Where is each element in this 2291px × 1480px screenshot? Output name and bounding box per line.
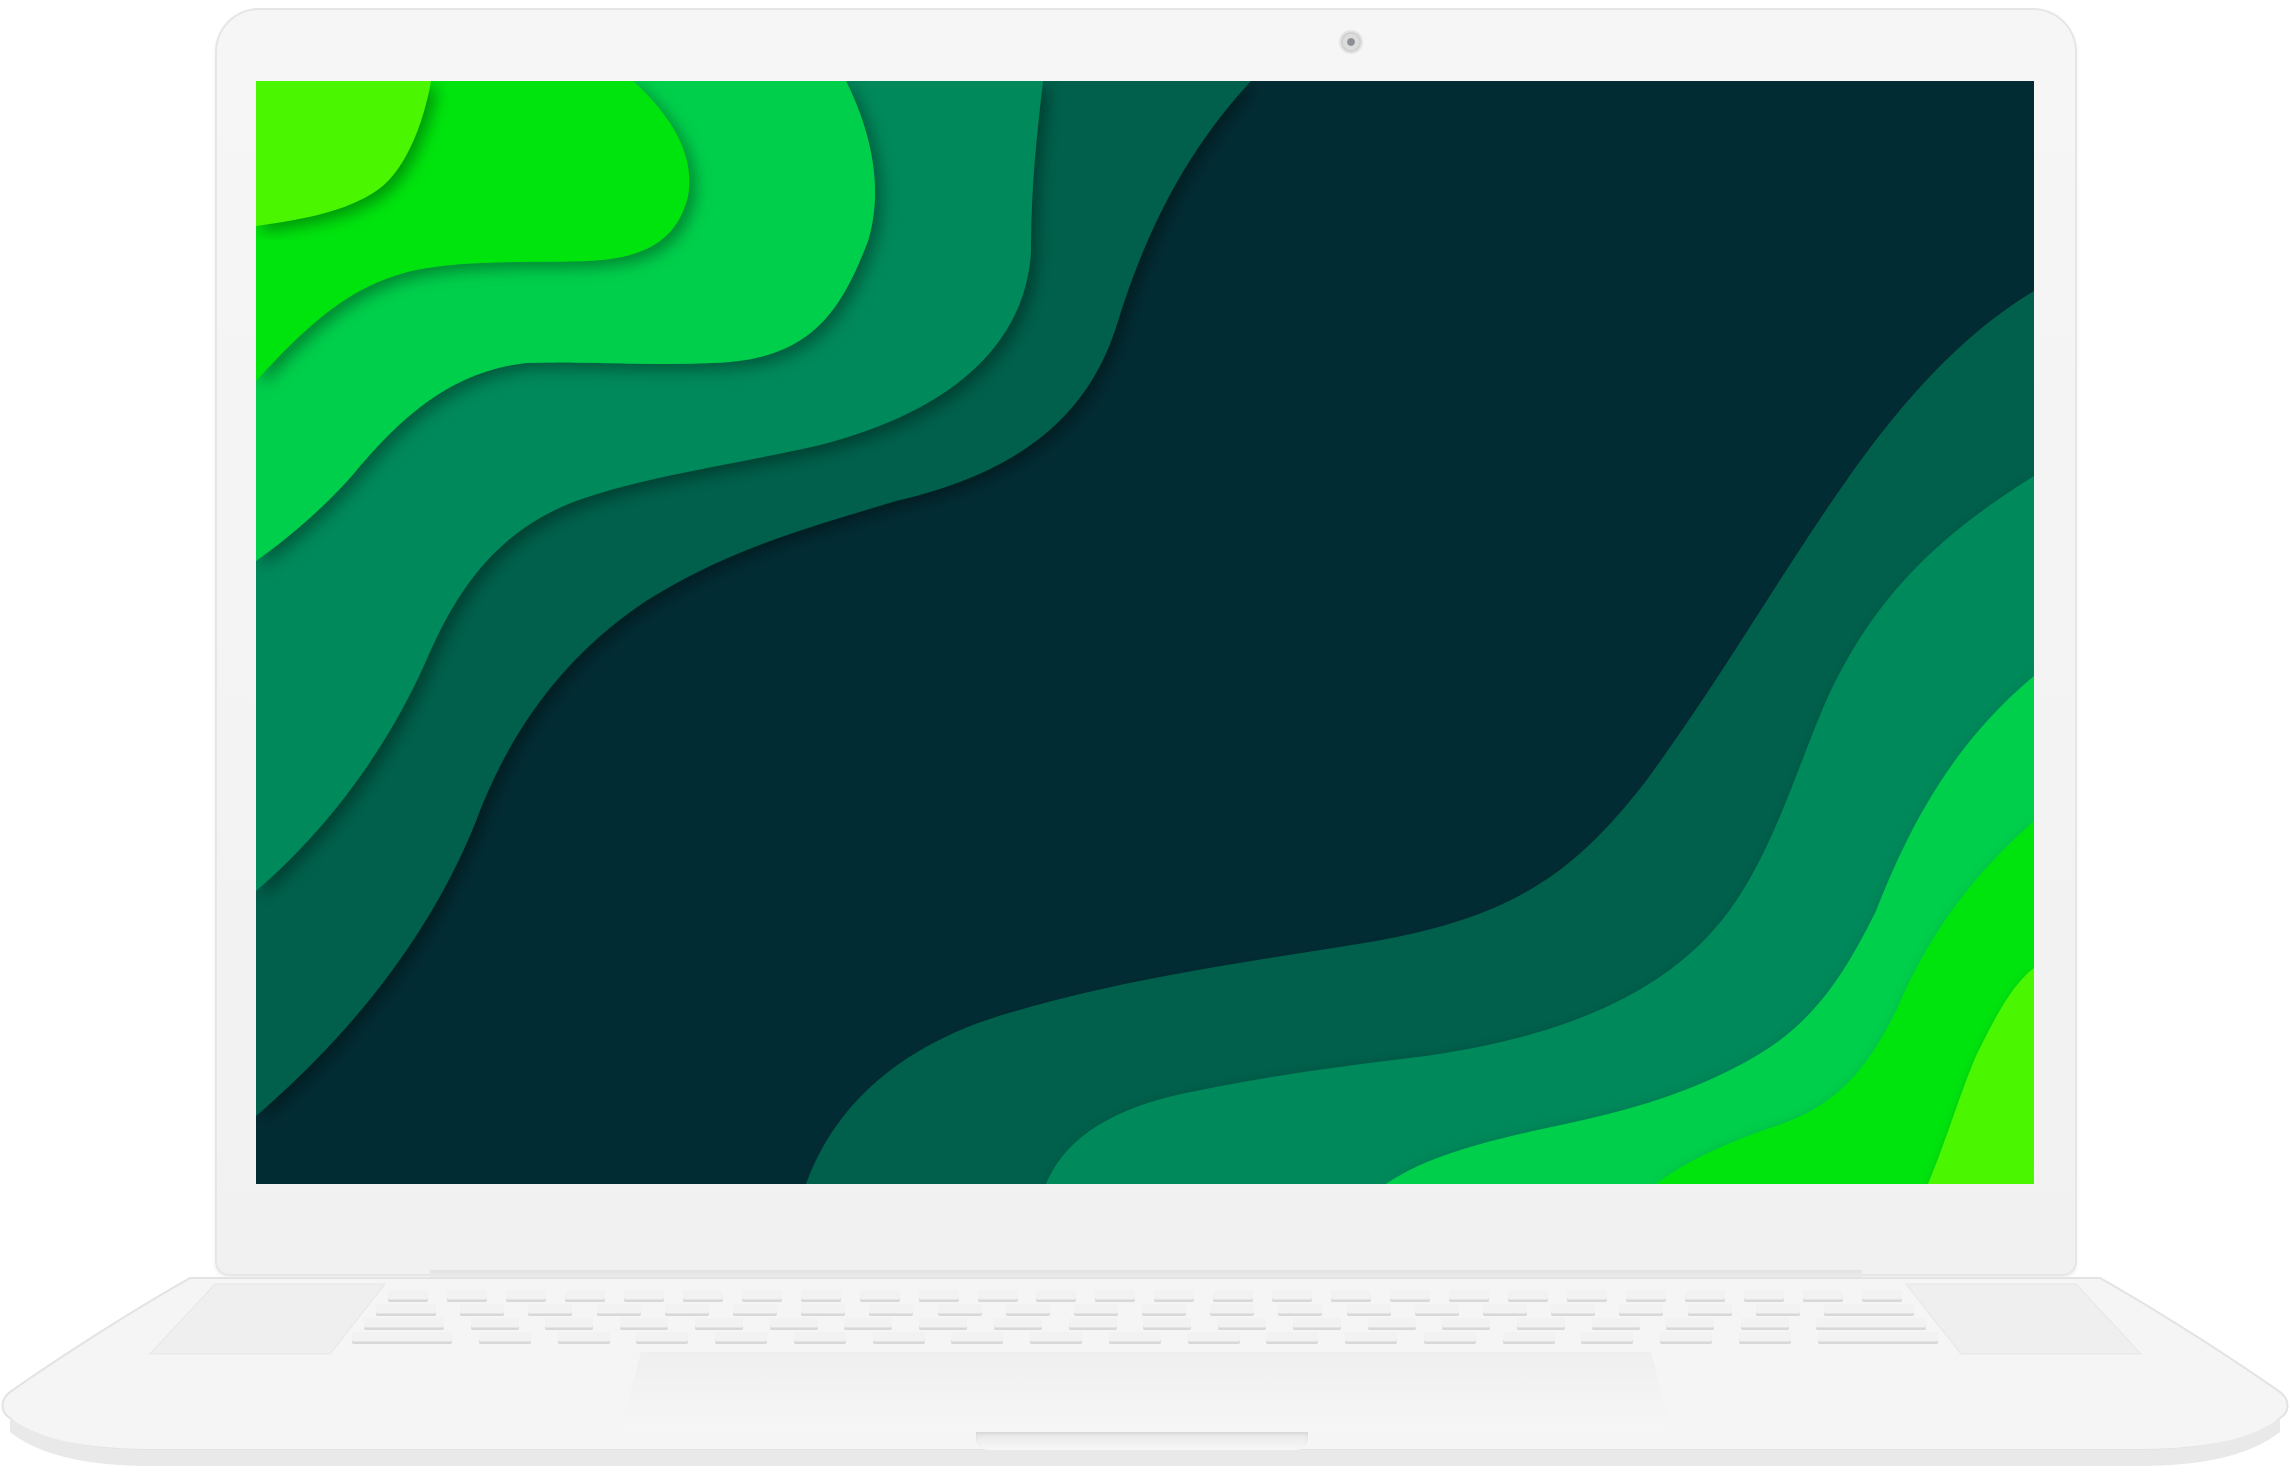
- key: [557, 1332, 610, 1342]
- key: [1591, 1318, 1640, 1328]
- key: [1741, 1318, 1790, 1328]
- keyboard-row: [364, 1318, 1926, 1330]
- key: [869, 1304, 914, 1314]
- key: [1367, 1318, 1416, 1328]
- key: [1346, 1304, 1391, 1314]
- key: [564, 1290, 605, 1300]
- key: [1331, 1290, 1372, 1300]
- key: [1743, 1290, 1784, 1300]
- key: [1213, 1290, 1254, 1300]
- key: [1345, 1332, 1398, 1342]
- key: [741, 1290, 782, 1300]
- key: [1449, 1290, 1490, 1300]
- key: [951, 1332, 1004, 1342]
- key: [1684, 1290, 1725, 1300]
- key: [636, 1332, 689, 1342]
- key: [715, 1332, 768, 1342]
- keyboard-row: [352, 1332, 1938, 1344]
- laptop-mockup: [0, 0, 2291, 1480]
- wallpaper: [256, 81, 2034, 1184]
- key: [769, 1318, 818, 1328]
- key: [1095, 1290, 1136, 1300]
- key: [1187, 1332, 1240, 1342]
- key: [793, 1332, 846, 1342]
- key: [859, 1290, 900, 1300]
- key: [1278, 1304, 1323, 1314]
- key: [1030, 1332, 1083, 1342]
- key: [977, 1290, 1018, 1300]
- key: [1517, 1318, 1566, 1328]
- key: [1292, 1318, 1341, 1328]
- key: [460, 1304, 505, 1314]
- webcam-icon: [1341, 32, 1361, 52]
- key: [1483, 1304, 1527, 1314]
- keyboard-row: [388, 1290, 1902, 1302]
- key: [1036, 1290, 1077, 1300]
- key: [1551, 1304, 1596, 1314]
- key: [1619, 1304, 1664, 1314]
- key: [844, 1318, 893, 1328]
- key: [1687, 1304, 1732, 1314]
- key: [1414, 1304, 1459, 1314]
- laptop-screen: [256, 81, 2034, 1184]
- key: [919, 1318, 968, 1328]
- key: [545, 1318, 594, 1328]
- key: [1660, 1332, 1713, 1342]
- key: [388, 1290, 428, 1300]
- key: [1272, 1290, 1313, 1300]
- key: [446, 1290, 487, 1300]
- key: [1817, 1332, 1938, 1342]
- trackpad[interactable]: [620, 1352, 1672, 1430]
- key: [376, 1304, 436, 1314]
- key: [664, 1304, 709, 1314]
- key: [352, 1332, 452, 1342]
- key: [1154, 1290, 1195, 1300]
- key: [596, 1304, 641, 1314]
- key: [470, 1318, 519, 1328]
- key: [1815, 1318, 1926, 1328]
- key: [1802, 1290, 1843, 1300]
- key: [1108, 1332, 1161, 1342]
- key: [528, 1304, 573, 1314]
- key: [918, 1290, 959, 1300]
- key: [1218, 1318, 1267, 1328]
- key: [732, 1304, 777, 1314]
- key: [1390, 1290, 1431, 1300]
- key: [620, 1318, 669, 1328]
- key: [800, 1290, 841, 1300]
- key: [1423, 1332, 1476, 1342]
- key: [1005, 1304, 1050, 1314]
- key: [1666, 1318, 1715, 1328]
- lid-open-notch: [976, 1432, 1308, 1450]
- key: [1266, 1332, 1319, 1342]
- key: [1861, 1290, 1902, 1300]
- key: [1508, 1290, 1549, 1300]
- key: [364, 1318, 444, 1328]
- key: [1502, 1332, 1555, 1342]
- key: [1739, 1332, 1792, 1342]
- key: [1442, 1318, 1491, 1328]
- key: [1581, 1332, 1634, 1342]
- key: [1073, 1304, 1118, 1314]
- key: [1210, 1304, 1255, 1314]
- key: [1823, 1304, 1914, 1314]
- key: [1626, 1290, 1667, 1300]
- key: [694, 1318, 743, 1328]
- key: [1142, 1304, 1187, 1314]
- key: [682, 1290, 723, 1300]
- keyboard-row: [376, 1304, 1914, 1316]
- key: [623, 1290, 664, 1300]
- key: [1143, 1318, 1192, 1328]
- key: [478, 1332, 531, 1342]
- key: [1068, 1318, 1117, 1328]
- key: [1755, 1304, 1800, 1314]
- key: [872, 1332, 925, 1342]
- key: [993, 1318, 1042, 1328]
- key: [505, 1290, 546, 1300]
- key: [801, 1304, 846, 1314]
- keyboard: [340, 1290, 1950, 1350]
- key: [1567, 1290, 1608, 1300]
- key: [937, 1304, 982, 1314]
